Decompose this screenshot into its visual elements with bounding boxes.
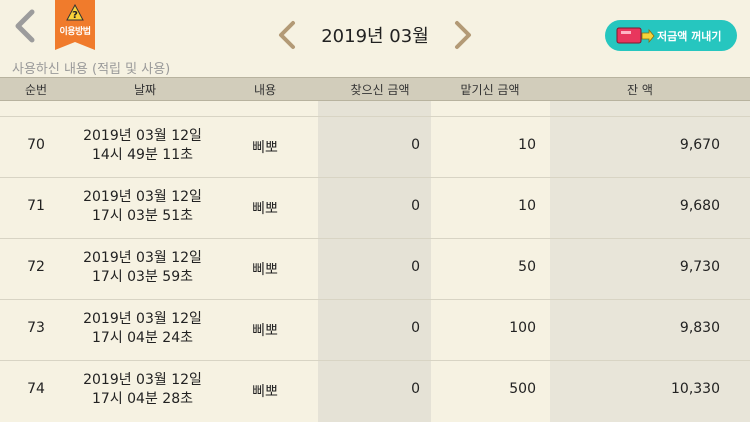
row-date-day: 2019년 03월 12일 <box>83 311 202 327</box>
row-deposited: 10 <box>518 198 536 214</box>
row-date-day: 2019년 03월 12일 <box>83 372 202 388</box>
chevron-left-icon <box>279 21 295 49</box>
row-desc: 삐뽀 <box>252 201 278 217</box>
row-deposited: 100 <box>509 320 536 336</box>
guide-button[interactable]: ? 이용방법 <box>55 0 95 50</box>
row-desc: 삐뽀 <box>252 384 278 400</box>
chevron-left-icon <box>15 9 35 43</box>
row-date-day: 2019년 03월 12일 <box>83 250 202 266</box>
row-desc: 삐뽀 <box>252 262 278 278</box>
next-month-button[interactable] <box>452 20 474 50</box>
row-withdrawn: 0 <box>411 137 420 153</box>
row-number: 73 <box>27 320 45 336</box>
row-deposited: 10 <box>518 137 536 153</box>
row-date-time: 14시 49분 11초 <box>92 147 193 163</box>
row-date: 2019년 03월 12일 17시 04분 24초 <box>70 310 215 348</box>
month-title: 2019년 03월 <box>321 26 429 47</box>
row-date: 2019년 03월 12일 17시 03분 59초 <box>70 249 215 287</box>
table-header: 순번 날짜 내용 찾으신 금액 맡기신 금액 잔 액 <box>0 77 750 101</box>
row-number: 74 <box>27 381 45 397</box>
row-withdrawn: 0 <box>411 381 420 397</box>
wallet-icon <box>616 27 655 44</box>
row-deposited: 500 <box>509 381 536 397</box>
col-header-number: 순번 <box>24 83 48 97</box>
row-withdrawn: 0 <box>411 259 420 275</box>
question-icon: ? <box>66 4 84 21</box>
col-header-withdrawn: 찾으신 금액 <box>350 83 410 97</box>
back-button[interactable] <box>10 8 40 44</box>
row-number: 71 <box>27 198 45 214</box>
row-date-day: 2019년 03월 12일 <box>83 189 202 205</box>
col-header-date: 날짜 <box>133 83 157 97</box>
row-date: 2019년 03월 12일 14시 49분 11초 <box>70 127 215 165</box>
table-body[interactable]: 70 2019년 03월 12일 14시 49분 11초 삐뽀 0 10 9,67… <box>0 101 750 422</box>
withdraw-button[interactable]: 저금액 꺼내기 <box>605 20 737 51</box>
row-number: 70 <box>27 137 45 153</box>
row-desc: 삐뽀 <box>252 323 278 339</box>
svg-text:?: ? <box>72 10 78 21</box>
row-balance: 10,330 <box>671 381 720 397</box>
table-row[interactable]: 74 2019년 03월 12일 17시 04분 28초 삐뽀 0 500 10,… <box>0 360 750 421</box>
col-header-balance: 잔 액 <box>627 83 653 97</box>
section-subtitle: 사용하신 내용 (적립 및 사용) <box>12 62 171 77</box>
top-bar: ? 이용방법 2019년 03월 저금액 꺼내기 사용하신 내용 (적립 및 사… <box>0 0 750 78</box>
row-balance: 9,830 <box>679 320 720 336</box>
row-number: 72 <box>27 259 45 275</box>
row-balance: 9,680 <box>679 198 720 214</box>
withdraw-label: 저금액 꺼내기 <box>657 30 722 43</box>
row-date-time: 17시 04분 24초 <box>92 330 193 346</box>
table-row[interactable]: 72 2019년 03월 12일 17시 03분 59초 삐뽀 0 50 9,73… <box>0 238 750 299</box>
row-date-day: 2019년 03월 12일 <box>83 128 202 144</box>
table-row[interactable]: 70 2019년 03월 12일 14시 49분 11초 삐뽀 0 10 9,67… <box>0 116 750 177</box>
row-date: 2019년 03월 12일 17시 04분 28초 <box>70 371 215 409</box>
guide-label: 이용방법 <box>59 27 91 37</box>
row-deposited: 50 <box>518 259 536 275</box>
prev-month-button[interactable] <box>276 20 298 50</box>
row-date-time: 17시 03분 59초 <box>92 269 193 285</box>
row-balance: 9,670 <box>679 137 720 153</box>
row-date-time: 17시 03분 51초 <box>92 208 193 224</box>
row-date-time: 17시 04분 28초 <box>92 391 193 407</box>
col-header-deposited: 맡기신 금액 <box>460 83 520 97</box>
row-balance: 9,730 <box>679 259 720 275</box>
chevron-right-icon <box>455 21 471 49</box>
table-row[interactable]: 73 2019년 03월 12일 17시 04분 24초 삐뽀 0 100 9,8… <box>0 299 750 360</box>
col-header-desc: 내용 <box>253 83 277 97</box>
row-withdrawn: 0 <box>411 198 420 214</box>
table-row[interactable]: 71 2019년 03월 12일 17시 03분 51초 삐뽀 0 10 9,68… <box>0 177 750 238</box>
row-date: 2019년 03월 12일 17시 03분 51초 <box>70 188 215 226</box>
row-withdrawn: 0 <box>411 320 420 336</box>
row-desc: 삐뽀 <box>252 140 278 156</box>
